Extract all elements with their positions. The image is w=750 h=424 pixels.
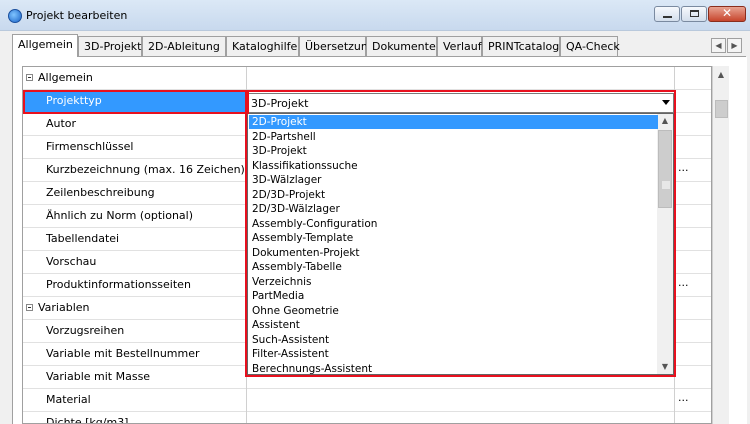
tab-5[interactable]: Dokumente: [366, 36, 437, 56]
dropdown-option[interactable]: Assistent: [249, 318, 658, 332]
maximize-button[interactable]: [681, 6, 707, 22]
dropdown-option[interactable]: PartMedia: [249, 289, 658, 303]
property-label: Variablen: [38, 301, 90, 314]
grip-icon: [662, 181, 670, 189]
dropdown-scroll-down-icon[interactable]: ▼: [657, 360, 673, 374]
property-label: Firmenschlüssel: [46, 140, 134, 153]
column-separator: [674, 228, 675, 251]
ellipsis-button[interactable]: ...: [678, 391, 689, 404]
column-separator: [674, 320, 675, 343]
dropdown-scroll-up-icon[interactable]: ▲: [657, 114, 673, 128]
ellipsis-button[interactable]: ...: [678, 161, 689, 174]
group-row[interactable]: Allgemein: [23, 67, 711, 90]
column-separator: [674, 136, 675, 159]
app-icon: [8, 9, 22, 23]
tab-7[interactable]: PRINTcatalog: [482, 36, 560, 56]
property-label: Variable mit Masse: [46, 370, 151, 383]
column-separator: [246, 412, 247, 423]
column-separator: [674, 90, 675, 113]
column-separator: [246, 389, 247, 412]
property-row[interactable]: Material...: [23, 389, 711, 412]
tab-4[interactable]: Übersetzung: [299, 36, 375, 56]
dropdown-option[interactable]: Verzeichnis: [249, 275, 658, 289]
close-icon: ✕: [721, 6, 733, 20]
tab-0[interactable]: Allgemein: [12, 34, 78, 57]
tab-2[interactable]: 2D-Ableitung: [142, 36, 226, 56]
tab-scroll-left-icon[interactable]: ◀: [711, 38, 726, 53]
column-separator: [674, 297, 675, 320]
dropdown-option[interactable]: Dokumenten-Projekt: [249, 246, 658, 260]
column-separator: [674, 113, 675, 136]
dropdown-scrollbar[interactable]: ▲ ▼: [657, 114, 673, 374]
dropdown-option[interactable]: Ohne Geometrie: [249, 304, 658, 318]
column-separator: [674, 274, 675, 297]
column-separator: [674, 67, 675, 90]
property-label: Autor: [46, 117, 77, 130]
property-label: Allgemein: [38, 71, 93, 84]
property-label: Vorschau: [46, 255, 97, 268]
close-button[interactable]: ✕: [708, 6, 746, 22]
property-label: Tabellendatei: [46, 232, 120, 245]
column-separator: [674, 159, 675, 182]
dropdown-option[interactable]: 3D-Wälzlager: [249, 173, 658, 187]
dropdown-option[interactable]: 2D-Projekt: [249, 115, 658, 129]
dropdown-scroll-thumb[interactable]: [658, 130, 672, 208]
dropdown-option[interactable]: Filter-Assistent: [249, 347, 658, 361]
column-separator: [246, 90, 247, 113]
dropdown-option[interactable]: Assembly-Template: [249, 231, 658, 245]
minimize-button[interactable]: [654, 6, 680, 22]
column-separator: [674, 412, 675, 423]
dropdown-option[interactable]: Berechnungs-Assistent: [249, 362, 658, 375]
maximize-icon: [690, 10, 699, 17]
property-label: Projekttyp: [46, 94, 102, 107]
property-row[interactable]: Dichte [kg/m3]: [23, 412, 711, 424]
projekttyp-dropdown-list: ▲ ▼ 2D-Projekt 2D-Partshell 3D-Projekt Klas…: [247, 113, 674, 375]
ellipsis-button[interactable]: ...: [678, 276, 689, 289]
property-label: Material: [46, 393, 91, 406]
dropdown-option[interactable]: 2D/3D-Wälzlager: [249, 202, 658, 216]
property-label: Vorzugsreihen: [46, 324, 125, 337]
property-label: Kurzbezeichnung (max. 16 Zeichen): [46, 163, 245, 176]
dropdown-option[interactable]: Klassifikationssuche: [249, 159, 658, 173]
column-separator: [674, 251, 675, 274]
column-separator: [674, 182, 675, 205]
projekttyp-value: 3D-Projekt: [251, 97, 309, 110]
dropdown-option[interactable]: Such-Assistent: [249, 333, 658, 347]
dropdown-option[interactable]: 3D-Projekt: [249, 144, 658, 158]
title-bar[interactable]: Projekt bearbeiten ✕: [0, 0, 750, 31]
scroll-thumb[interactable]: [715, 100, 728, 118]
tab-1[interactable]: 3D-Projekt: [78, 36, 142, 56]
projekttyp-combobox[interactable]: 3D-Projekt: [248, 93, 674, 113]
property-label: Ähnlich zu Norm (optional): [46, 209, 194, 222]
property-label: Zeilenbeschreibung: [46, 186, 155, 199]
minimize-icon: [663, 16, 672, 18]
project-edit-window: Projekt bearbeiten ✕ Allgemein 3D-Projekt…: [0, 0, 750, 424]
dropdown-option[interactable]: Assembly-Configuration: [249, 217, 658, 231]
property-label: Dichte [kg/m3]: [46, 416, 129, 424]
window-title: Projekt bearbeiten: [26, 9, 128, 22]
column-separator: [674, 389, 675, 412]
property-label: Variable mit Bestellnummer: [46, 347, 200, 360]
tab-scroll-right-icon[interactable]: ▶: [727, 38, 742, 53]
property-label: Produktinformationsseiten: [46, 278, 191, 291]
column-separator: [246, 67, 247, 90]
tab-scroll-buttons: ◀ ▶: [711, 38, 743, 53]
scroll-up-icon[interactable]: ▲: [713, 66, 729, 83]
collapse-icon[interactable]: [26, 74, 33, 81]
tab-6[interactable]: Verlauf: [437, 36, 482, 56]
dropdown-option[interactable]: 2D/3D-Projekt: [249, 188, 658, 202]
column-separator: [674, 343, 675, 366]
dropdown-option[interactable]: 2D-Partshell: [249, 130, 658, 144]
chevron-down-icon[interactable]: [662, 100, 670, 105]
dropdown-option[interactable]: Assembly-Tabelle: [249, 260, 658, 274]
column-separator: [674, 205, 675, 228]
collapse-icon[interactable]: [26, 304, 33, 311]
tab-8[interactable]: QA-Check: [560, 36, 620, 56]
grid-scrollbar[interactable]: ▲: [712, 66, 729, 424]
column-separator: [674, 366, 675, 389]
tab-3[interactable]: Kataloghilfe: [226, 36, 299, 56]
